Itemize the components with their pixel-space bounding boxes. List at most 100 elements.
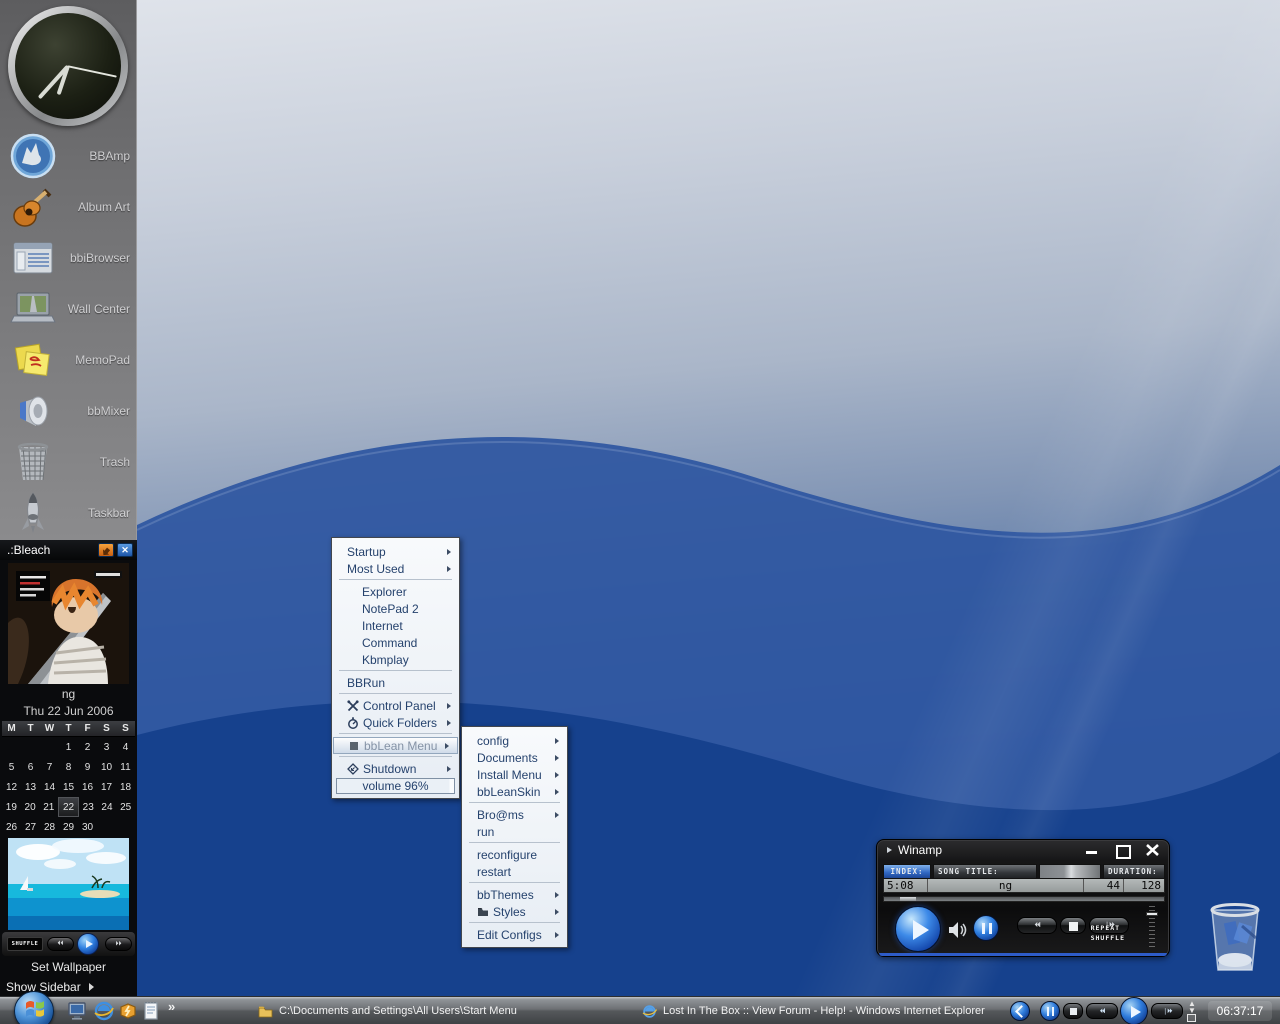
menu-item-bbthemes[interactable]: bbThemes (462, 886, 567, 903)
menu-item-reconfigure[interactable]: reconfigure (462, 846, 567, 863)
play-slideshow-button[interactable] (77, 933, 99, 955)
calendar-day-18[interactable]: 18 (116, 777, 135, 797)
menu-item-volume-96[interactable]: volume 96% (336, 778, 455, 794)
previous-wallpaper-button[interactable]: ⏴⏴ (47, 937, 74, 951)
speaker-icon[interactable] (949, 922, 967, 938)
tray-window-icon[interactable] (1187, 1014, 1196, 1022)
calendar-day-8[interactable]: 8 (59, 757, 78, 777)
shuffle-label[interactable]: SHUFFLE (1091, 933, 1125, 943)
calendar-day-29[interactable]: 29 (59, 817, 78, 837)
pin-button[interactable] (98, 543, 114, 557)
tray-next-button[interactable]: ❘⏵⏵ (1151, 1003, 1183, 1019)
seek-slider[interactable] (1039, 864, 1101, 879)
calendar-day-4[interactable]: 4 (116, 737, 135, 757)
menu-item-control-panel[interactable]: Control Panel (332, 697, 459, 714)
dock-item-wall-center[interactable]: Wall Center (0, 283, 137, 335)
progress-handle[interactable] (900, 897, 916, 901)
menu-item-install-menu[interactable]: Install Menu (462, 766, 567, 783)
bleach-titlebar[interactable]: .:Bleach ✕ (0, 540, 137, 560)
winamp-titlebar[interactable]: Winamp (877, 840, 1169, 860)
taskbar-task-internet-explorer[interactable]: Lost In The Box :: View Forum - Help! - … (642, 997, 985, 1024)
menu-item-internet[interactable]: Internet (332, 617, 459, 634)
menu-item-shutdown[interactable]: Shutdown (332, 760, 459, 777)
calendar-day-22[interactable]: 22 (58, 797, 79, 817)
menu-item-most-used[interactable]: Most Used (332, 560, 459, 577)
menu-item-bro-ms[interactable]: Bro@ms (462, 806, 567, 823)
quicklaunch-ie-icon[interactable] (94, 1001, 114, 1021)
dock-item-memopad[interactable]: MemoPad (0, 334, 137, 386)
start-button[interactable] (14, 991, 54, 1024)
menu-item-documents[interactable]: Documents (462, 749, 567, 766)
dock-item-taskbar[interactable]: Taskbar (0, 487, 137, 539)
calendar-day-1[interactable]: 1 (59, 737, 78, 757)
calendar-day-19[interactable]: 19 (2, 797, 21, 817)
next-wallpaper-button[interactable]: ⏵⏵ (105, 937, 132, 951)
maximize-button[interactable] (1115, 844, 1129, 856)
quicklaunch-notepad-icon[interactable] (141, 1001, 161, 1021)
calendar-day-11[interactable]: 11 (116, 757, 135, 777)
play-button[interactable] (895, 906, 941, 952)
calendar-day-5[interactable]: 5 (2, 757, 21, 777)
calendar-day-24[interactable]: 24 (98, 797, 117, 817)
calendar-day-15[interactable]: 15 (59, 777, 78, 797)
menu-item-bbrun[interactable]: BBRun (332, 674, 459, 691)
calendar-day-28[interactable]: 28 (40, 817, 59, 837)
winamp-menu-icon[interactable] (887, 847, 892, 853)
album-art-image[interactable] (8, 563, 129, 684)
tray-back-button[interactable] (1010, 1001, 1030, 1021)
calendar-day-2[interactable]: 2 (78, 737, 97, 757)
menu-item-styles[interactable]: Styles (462, 903, 567, 920)
tray-pause-button[interactable] (1040, 1001, 1060, 1021)
calendar-day-9[interactable]: 9 (78, 757, 97, 777)
quicklaunch-tool-icon[interactable] (118, 1001, 138, 1021)
wallpaper-preview-image[interactable] (8, 838, 129, 930)
stop-button[interactable] (1060, 917, 1086, 934)
close-button[interactable]: ✕ (117, 543, 133, 557)
calendar-day-20[interactable]: 20 (21, 797, 40, 817)
minimize-button[interactable] (1085, 844, 1099, 856)
tray-scroll-arrows-icon[interactable]: ▲▼ (1188, 1000, 1196, 1014)
dock-item-album-art[interactable]: Album Art (0, 181, 137, 233)
analog-clock[interactable] (8, 6, 128, 126)
dock-item-bbamp[interactable]: BBAmp (0, 130, 137, 182)
calendar-day-16[interactable]: 16 (78, 777, 97, 797)
taskbar-task-explorer[interactable]: C:\Documents and Settings\All Users\Star… (258, 997, 517, 1024)
pause-button[interactable] (973, 915, 999, 941)
quicklaunch-overflow-chevron-icon[interactable]: » (168, 999, 175, 1014)
menu-item-command[interactable]: Command (332, 634, 459, 651)
calendar-day-14[interactable]: 14 (40, 777, 59, 797)
calendar-day-30[interactable]: 30 (78, 817, 97, 837)
menu-item-kbmplay[interactable]: Kbmplay (332, 651, 459, 668)
tray-stop-button[interactable] (1063, 1003, 1083, 1019)
calendar-day-21[interactable]: 21 (39, 797, 58, 817)
dock-item-bbibrowser[interactable]: bbiBrowser (0, 232, 137, 284)
calendar-day-25[interactable]: 25 (116, 797, 135, 817)
calendar-day-12[interactable]: 12 (2, 777, 21, 797)
tray-play-button[interactable] (1120, 997, 1148, 1024)
previous-track-button[interactable]: ⏴⏴❘ (1017, 917, 1057, 934)
taskbar-clock[interactable]: 06:37:17 (1208, 1001, 1272, 1021)
recycle-bin[interactable] (1204, 898, 1266, 976)
calendar-day-3[interactable]: 3 (97, 737, 116, 757)
repeat-shuffle-labels[interactable]: REPEAT SHUFFLE (1091, 923, 1125, 943)
menu-item-quick-folders[interactable]: Quick Folders (332, 714, 459, 731)
winamp-window[interactable]: Winamp INDEX: SONG TITLE: DURATION: 5:08… (876, 839, 1170, 957)
calendar-day-10[interactable]: 10 (97, 757, 116, 777)
menu-item-restart[interactable]: restart (462, 863, 567, 880)
set-wallpaper-button[interactable]: Set Wallpaper (0, 960, 137, 974)
close-button[interactable] (1145, 844, 1159, 856)
dock-item-trash[interactable]: Trash (0, 436, 137, 488)
quicklaunch-desktop-icon[interactable] (68, 1001, 88, 1021)
calendar-day-17[interactable]: 17 (97, 777, 116, 797)
menu-item-edit-configs[interactable]: Edit Configs (462, 926, 567, 943)
menu-item-startup[interactable]: Startup (332, 543, 459, 560)
dock-item-bbmixer[interactable]: bbMixer (0, 385, 137, 437)
menu-item-notepad-2[interactable]: NotePad 2 (332, 600, 459, 617)
calendar-day-27[interactable]: 27 (21, 817, 40, 837)
menu-item-config[interactable]: config (462, 732, 567, 749)
volume-handle[interactable] (1146, 912, 1158, 916)
menu-item-run[interactable]: run (462, 823, 567, 840)
calendar-day-23[interactable]: 23 (79, 797, 98, 817)
volume-slider[interactable] (1149, 906, 1155, 950)
calendar-day-26[interactable]: 26 (2, 817, 21, 837)
